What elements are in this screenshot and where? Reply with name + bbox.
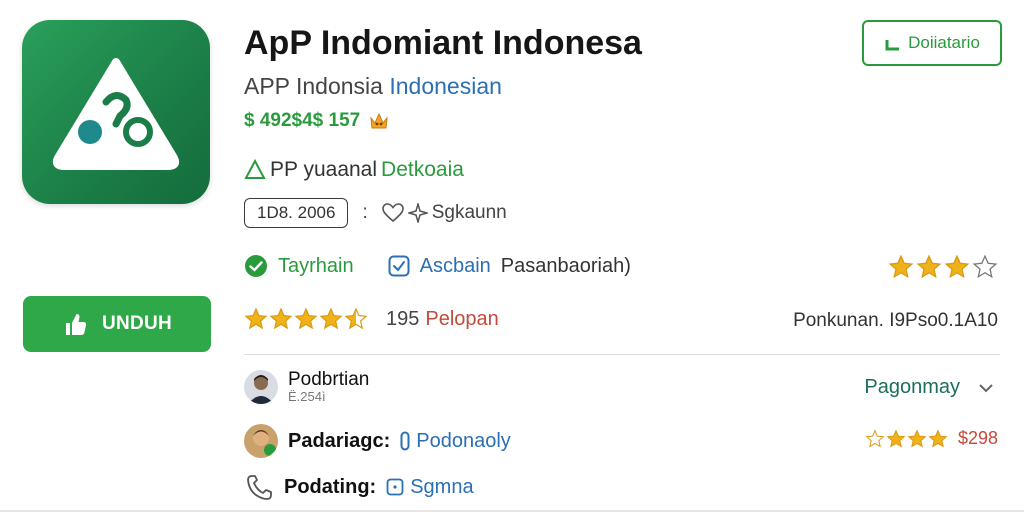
wishlist-button[interactable]: Sgkaunn xyxy=(381,202,507,224)
row-price-text: $298 xyxy=(957,428,998,448)
star-icon xyxy=(972,254,998,279)
crown-emoji-icon xyxy=(370,112,388,129)
triangle-outline-icon xyxy=(244,159,266,179)
feature-row: Tayrhain Ascbain Pasanbaoriah) xyxy=(244,254,631,278)
developer-row: PP yuaanal Detkoaia xyxy=(244,158,464,182)
star-icon xyxy=(888,254,914,279)
right-meta: Ponkunan. I9Pso0.1A10 xyxy=(793,310,998,331)
corner-arrow-icon xyxy=(885,40,900,51)
rating-stars xyxy=(244,307,368,331)
star-icon xyxy=(344,307,368,330)
star-icon xyxy=(916,254,942,279)
app-subtitle: APP Indonsia Indonesian xyxy=(244,73,502,100)
chevron-down-icon xyxy=(979,383,993,392)
phone-icon xyxy=(247,475,272,500)
feature-item-2: Ascbain xyxy=(419,254,491,277)
list-item-sub: Ё.254ì xyxy=(288,389,326,405)
app-title: ApP Indomiant Indonesa xyxy=(244,24,642,62)
list-item[interactable]: Podating: Sgmna xyxy=(244,472,474,502)
star-icon xyxy=(944,254,970,279)
rating-row: 195 Pelopan xyxy=(244,307,499,331)
star-icon xyxy=(907,428,927,448)
row-rating-stars xyxy=(865,428,948,449)
triangle-logo-icon xyxy=(52,58,180,170)
meta-separator: : xyxy=(362,202,368,223)
feature-item-2-suffix: Pasanbaoriah) xyxy=(500,254,631,277)
checkbox-icon[interactable] xyxy=(388,255,410,277)
list-item-value-text: Sgmna xyxy=(410,475,474,498)
subtitle-prefix: APP Indonsia xyxy=(244,73,383,99)
star-icon xyxy=(294,307,318,330)
list-item[interactable]: Podbrtian Ё.254ì xyxy=(244,370,369,404)
pill-icon xyxy=(400,431,410,451)
list-item-name: Podbrtian xyxy=(288,369,370,391)
list-item-name: Podating: xyxy=(284,475,377,498)
star-icon xyxy=(928,428,948,448)
avatar xyxy=(244,424,278,458)
list-item-value: Podonaoly xyxy=(400,430,511,453)
list-item-value-text: Podonaoly xyxy=(416,429,511,452)
small-box-icon xyxy=(386,478,404,496)
reviews-count: 195 xyxy=(386,307,420,330)
price-text: $ 492$4$ 157 xyxy=(244,110,361,131)
right-rating-stars xyxy=(888,254,998,280)
developer-link[interactable]: Detkoaia xyxy=(381,158,464,182)
row-price: $298 xyxy=(865,428,998,449)
meta-row: 1D8. 2006 : Sgkaunn xyxy=(244,198,507,228)
heart-icon xyxy=(381,203,404,223)
star-icon xyxy=(269,307,293,330)
section-divider xyxy=(244,354,1000,355)
list-item[interactable]: Padariagc: Podonaoly xyxy=(244,424,511,458)
price-row: $ 492$4$ 157 xyxy=(244,110,390,132)
download-button[interactable]: UNDUH xyxy=(23,296,211,352)
star-icon xyxy=(886,428,906,448)
list-item-name: Padariagc: xyxy=(288,429,391,452)
version-badge: 1D8. 2006 xyxy=(244,198,349,228)
app-icon xyxy=(22,20,210,204)
subtitle-suffix: Indonesian xyxy=(389,73,502,99)
feature-item-1: Tayrhain xyxy=(278,254,354,277)
developer-prefix: PP yuaanal xyxy=(270,158,378,181)
reviews-label: Pelopan xyxy=(425,307,499,330)
wishlist-label: Sgkaunn xyxy=(431,202,507,223)
thumbs-up-icon xyxy=(65,314,87,335)
star-icon xyxy=(865,428,885,448)
dropdown-label: Pagonmay xyxy=(864,376,960,398)
star-icon xyxy=(244,307,268,330)
sparkle-icon xyxy=(407,203,428,223)
download-label: UNDUH xyxy=(101,313,173,334)
install-button[interactable]: Doiiatario xyxy=(862,20,1002,66)
dropdown-link[interactable]: Pagonmay xyxy=(864,376,994,399)
star-icon xyxy=(319,307,343,330)
check-circle-icon xyxy=(245,255,267,277)
list-item-value: Sgmna xyxy=(386,475,474,499)
install-label: Doiiatario xyxy=(908,33,980,52)
avatar xyxy=(244,370,278,404)
